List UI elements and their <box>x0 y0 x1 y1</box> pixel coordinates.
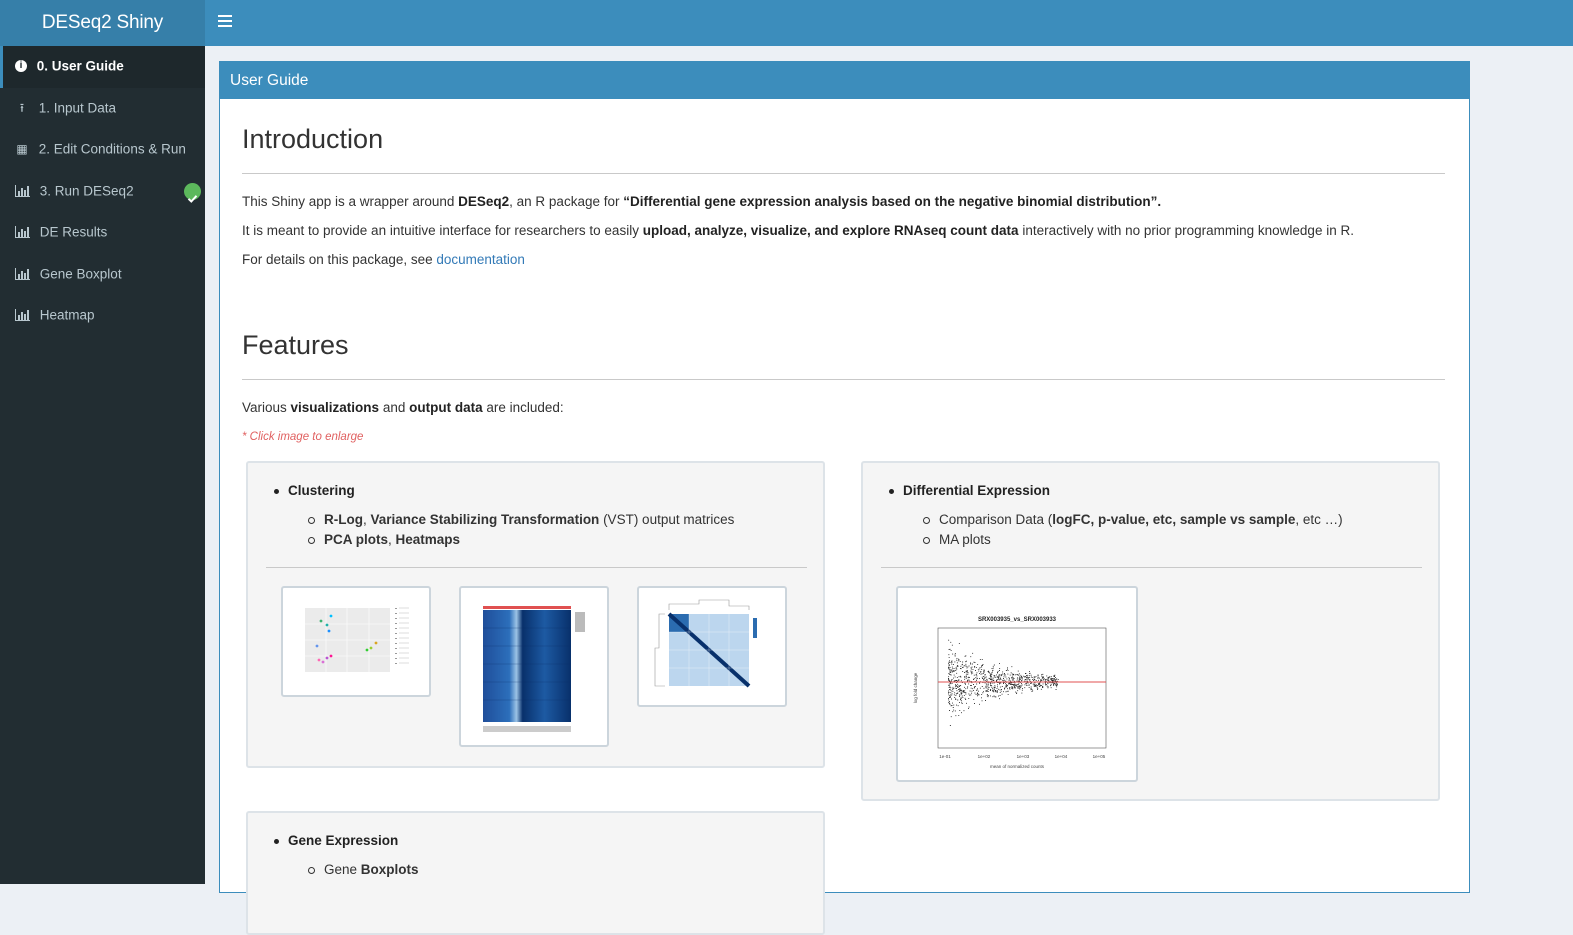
sidebar-item-run-deseq2[interactable]: 3. Run DESeq2 <box>0 171 205 213</box>
divider <box>266 567 807 568</box>
intro-paragraph-3: For details on this package, see documen… <box>242 252 525 267</box>
click-to-enlarge-note: * Click image to enlarge <box>242 431 364 443</box>
text: , an R package for <box>509 194 624 209</box>
differential-expression-panel: Differential Expression Comparison Data … <box>861 461 1440 801</box>
text: interactively with no prior programming … <box>1018 223 1354 238</box>
clustering-item-2: PCA plots, Heatmaps <box>307 532 461 547</box>
divider <box>881 567 1422 568</box>
app-title[interactable]: DESeq2 Shiny <box>0 0 205 46</box>
text: DESeq2 <box>458 194 510 209</box>
ma-plot-ylabel: log fold change <box>913 672 918 703</box>
sidebar-item-gene-boxplot[interactable]: Gene Boxplot <box>0 254 205 296</box>
text: For details on this package, see <box>242 252 437 267</box>
text: and <box>379 400 410 415</box>
text: Heatmaps <box>395 532 461 547</box>
intro-paragraph-2: It is meant to provide an intuitive inte… <box>242 223 1354 238</box>
text: Gene <box>324 862 361 877</box>
info-circle-icon: i <box>15 60 27 73</box>
bar-chart-icon <box>15 226 30 239</box>
ma-plot-thumbnail[interactable]: SRX003935_vs_SRX003933 log fold change m… <box>896 586 1138 782</box>
bar-chart-icon <box>15 309 30 322</box>
upload-icon: ⭱ <box>19 100 25 115</box>
text: Boxplots <box>360 862 419 877</box>
sidebar-item-label: 1. Input Data <box>38 99 117 115</box>
introduction-heading: Introduction <box>242 124 384 154</box>
clustering-panel: Clustering R-Log, Variance Stabilizing T… <box>246 461 825 768</box>
text: , <box>362 512 371 527</box>
ma-xtick: 1e+02 <box>978 754 991 759</box>
sidebar-item-label: 2. Edit Conditions & Run <box>38 141 186 157</box>
text: R-Log <box>324 512 363 527</box>
hamburger-menu-icon[interactable] <box>218 15 232 29</box>
text: “Differential gene expression analysis b… <box>623 194 1162 209</box>
sidebar-item-heatmap[interactable]: Heatmap <box>0 295 205 337</box>
divider <box>242 379 1445 380</box>
de-item-1: Comparison Data (logFC, p-value, etc, sa… <box>923 512 1343 527</box>
sidebar-item-de-results[interactable]: DE Results <box>0 212 205 254</box>
heatmap-thumbnail[interactable] <box>459 586 609 747</box>
sidebar-item-edit-conditions[interactable]: ▦ 2. Edit Conditions & Run <box>0 129 205 171</box>
sidebar-item-input-data[interactable]: ⭱ 1. Input Data <box>0 88 205 130</box>
ma-xtick: 1e+05 <box>1093 754 1106 759</box>
features-paragraph: Various visualizations and output data a… <box>242 400 564 415</box>
text: logFC, p-value, etc, sample vs sample <box>1052 512 1296 527</box>
bar-chart-icon <box>15 267 30 280</box>
sidebar-item-label: Heatmap <box>39 307 95 323</box>
text: , etc …) <box>1295 512 1343 527</box>
sidebar-item-label: DE Results <box>39 224 108 240</box>
ma-xtick: 1e+03 <box>1017 754 1030 759</box>
sidebar: i 0. User Guide ⭱ 1. Input Data ▦ 2. Edi… <box>0 46 205 884</box>
ma-plot-title: SRX003935_vs_SRX003933 <box>978 617 1057 623</box>
text: Various <box>242 400 291 415</box>
clustering-title: Clustering <box>274 483 355 498</box>
gene-expression-panel: Gene Expression Gene Boxplots <box>246 811 825 935</box>
box-title: User Guide <box>220 62 1469 99</box>
text: output data <box>409 400 483 415</box>
top-navbar: DESeq2 Shiny <box>0 0 1573 46</box>
sample-distance-heatmap-thumbnail[interactable] <box>637 586 787 707</box>
text: This Shiny app is a wrapper around <box>242 194 459 209</box>
pca-plot-thumbnail[interactable] <box>281 586 431 697</box>
sidebar-item-user-guide[interactable]: i 0. User Guide <box>0 46 205 88</box>
clustering-item-1: R-Log, Variance Stabilizing Transformati… <box>307 512 735 527</box>
text: Variance Stabilizing Transformation <box>370 512 600 527</box>
check-circle-icon <box>184 182 201 203</box>
bar-chart-icon <box>15 184 30 197</box>
text: It is meant to provide an intuitive inte… <box>242 223 643 238</box>
sidebar-item-label: 0. User Guide <box>36 58 124 74</box>
differential-expression-title: Differential Expression <box>888 483 1051 498</box>
features-heading: Features <box>242 330 349 360</box>
text: upload, analyze, visualize, and explore … <box>642 223 1019 238</box>
ma-xtick: 1e-01 <box>939 754 951 759</box>
divider <box>242 173 1445 174</box>
text: are included: <box>482 400 564 415</box>
table-icon: ▦ <box>16 142 28 157</box>
text: (VST) output matrices <box>599 512 735 527</box>
text: Comparison Data ( <box>939 512 1053 527</box>
ma-xtick: 1e+04 <box>1055 754 1068 759</box>
text: , <box>388 532 396 547</box>
ma-plot-xlabel: mean of normalized counts <box>990 764 1045 769</box>
sidebar-item-label: 3. Run DESeq2 <box>39 182 134 198</box>
text: PCA plots <box>324 532 388 547</box>
documentation-link[interactable]: documentation <box>436 252 525 267</box>
gene-expression-title: Gene Expression <box>273 833 399 848</box>
text: visualizations <box>290 400 380 415</box>
gene-item-1: Gene Boxplots <box>308 862 419 877</box>
user-guide-box: User Guide Introduction This Shiny app i… <box>219 61 1470 935</box>
de-item-2: MA plots <box>923 532 991 547</box>
intro-paragraph-1: This Shiny app is a wrapper around DESeq… <box>242 194 1161 209</box>
sidebar-item-label: Gene Boxplot <box>39 265 122 281</box>
